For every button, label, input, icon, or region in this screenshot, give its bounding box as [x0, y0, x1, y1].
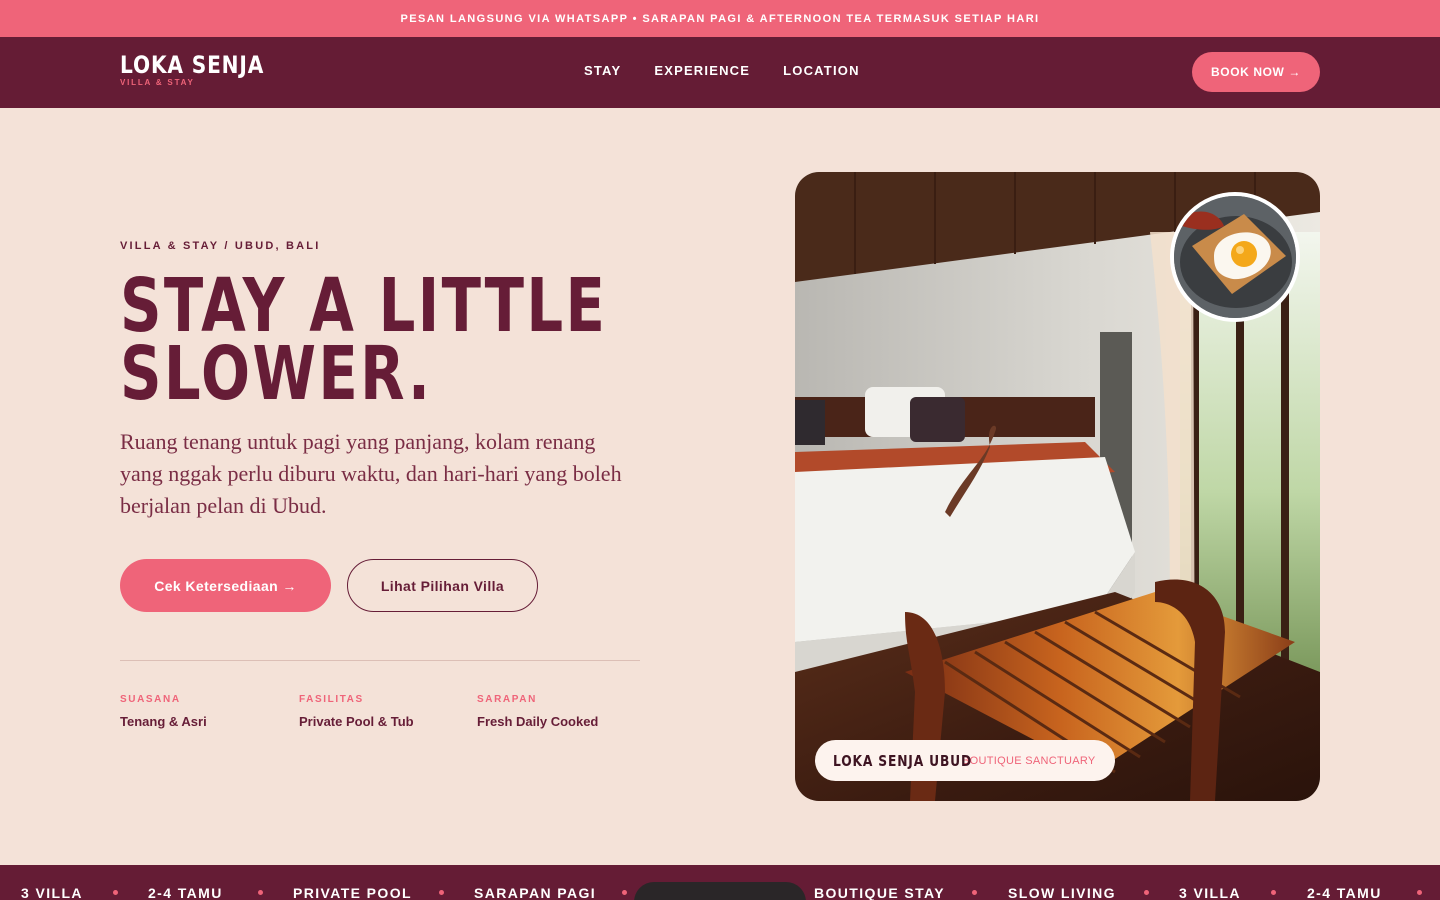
announcement-bar: PESAN LANGSUNG VIA WHATSAPP • SARAPAN PA… [0, 0, 1440, 37]
brand-name: LOKA SENJA [120, 51, 265, 79]
announcement-text: PESAN LANGSUNG VIA WHATSAPP • SARAPAN PA… [400, 12, 1040, 25]
feature-label: SUASANA [120, 694, 181, 705]
breakfast-thumbnail [1170, 192, 1300, 322]
breakfast-illustration [1174, 196, 1296, 318]
nav-item-location[interactable]: LOCATION [783, 63, 860, 78]
ticker-item: 3 VILLA [1179, 885, 1241, 900]
nav-item-experience[interactable]: EXPERIENCE [654, 63, 750, 78]
brand-tagline: VILLA & STAY [120, 78, 195, 87]
ticker-item: SARAPAN PAGI [474, 885, 597, 900]
ticker-dot [439, 890, 444, 895]
caption-subtitle: BOUTIQUE SANCTUARY [962, 754, 1096, 767]
ticker-dot [1144, 890, 1149, 895]
photo-caption: LOKA SENJA UBUD BOUTIQUE SANCTUARY [815, 740, 1115, 781]
divider [120, 660, 640, 661]
hero-headline: STAY A LITTLE SLOWER. [120, 263, 608, 417]
ticker-dot [972, 890, 977, 895]
caption-title: LOKA SENJA UBUD [833, 751, 972, 770]
main-nav: LOKA SENJA VILLA & STAY STAY EXPERIENCE … [0, 37, 1440, 108]
book-now-button[interactable]: BOOK NOW → [1192, 52, 1320, 92]
view-villas-button[interactable]: Lihat Pilihan Villa [347, 559, 538, 612]
ticker-item: 2-4 TAMU [148, 885, 223, 900]
ticker-item: 2-4 TAMU [1307, 885, 1382, 900]
hero-eyebrow: VILLA & STAY / UBUD, BALI [120, 240, 321, 252]
ticker-item: 3 VILLA [21, 885, 83, 900]
ticker-dot [622, 890, 627, 895]
headline-line-1: STAY A LITTLE [120, 263, 608, 349]
feature-ticker: 3 VILLA 2-4 TAMU PRIVATE POOL SARAPAN PA… [0, 865, 1440, 900]
feature-value: Tenang & Asri [120, 714, 207, 729]
headline-line-2: SLOWER. [120, 331, 433, 417]
hero-description: Ruang tenang untuk pagi yang panjang, ko… [120, 429, 622, 518]
feature-label: SARAPAN [477, 694, 537, 705]
feature-sarapan: SARAPAN Fresh Daily Cooked [477, 694, 598, 729]
ticker-dot [1271, 890, 1276, 895]
floating-toolbar[interactable] [634, 882, 806, 900]
ticker-dot [258, 890, 263, 895]
ticker-item: BOUTIQUE STAY [814, 885, 945, 900]
nav-item-stay[interactable]: STAY [584, 63, 621, 78]
brand-logo[interactable]: LOKA SENJA VILLA & STAY [120, 51, 292, 87]
ticker-item: PRIVATE POOL [293, 885, 412, 900]
check-availability-button[interactable]: Cek Ketersediaan → [120, 559, 331, 612]
feature-value: Fresh Daily Cooked [477, 714, 599, 729]
ticker-dot [1417, 890, 1422, 895]
feature-value: Private Pool & Tub [299, 714, 414, 729]
ticker-item: SLOW LIVING [1008, 885, 1116, 900]
feature-fasilitas: FASILITAS Private Pool & Tub [299, 694, 414, 729]
feature-label: FASILITAS [299, 694, 364, 705]
nav-menu: STAY EXPERIENCE LOCATION [584, 63, 860, 78]
feature-suasana: SUASANA Tenang & Asri [120, 694, 207, 729]
ticker-dot [113, 890, 118, 895]
